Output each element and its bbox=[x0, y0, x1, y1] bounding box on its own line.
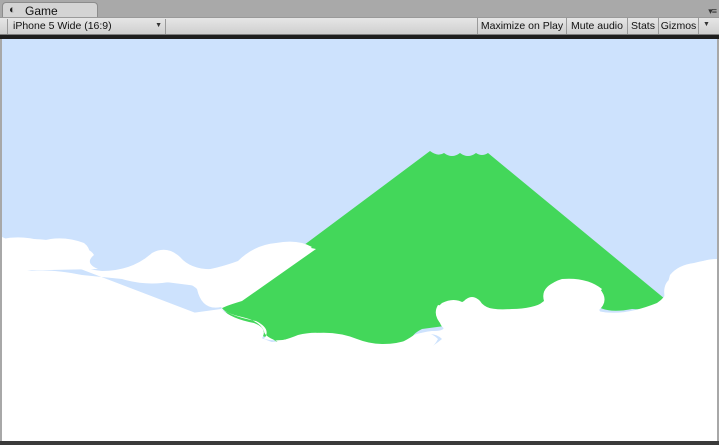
aspect-ratio-dropdown[interactable]: iPhone 5 Wide (16:9) ▼ bbox=[7, 19, 166, 34]
mute-audio-toggle[interactable]: Mute audio bbox=[566, 18, 627, 34]
stats-toggle[interactable]: Stats bbox=[627, 18, 658, 34]
bottom-border bbox=[0, 441, 719, 445]
panel-menu-icon[interactable]: ▾≡ bbox=[708, 6, 717, 16]
maximize-on-play-toggle[interactable]: Maximize on Play bbox=[477, 18, 566, 34]
tab-bar: ◐ Game ▾≡ bbox=[0, 0, 719, 18]
game-viewport[interactable] bbox=[2, 39, 717, 441]
unity-icon: ◐ bbox=[9, 4, 16, 16]
gizmos-toggle[interactable]: Gizmos bbox=[658, 18, 699, 34]
game-toolbar: iPhone 5 Wide (16:9) ▼ Maximize on Play … bbox=[0, 17, 719, 35]
tab-label: Game bbox=[25, 4, 58, 18]
game-tab[interactable]: ◐ Game bbox=[2, 2, 98, 18]
aspect-ratio-label: iPhone 5 Wide (16:9) bbox=[13, 20, 112, 32]
game-scene bbox=[2, 39, 717, 441]
chevron-down-icon: ▼ bbox=[155, 22, 162, 29]
gizmos-dropdown-arrow-icon[interactable]: ▼ bbox=[703, 19, 710, 31]
